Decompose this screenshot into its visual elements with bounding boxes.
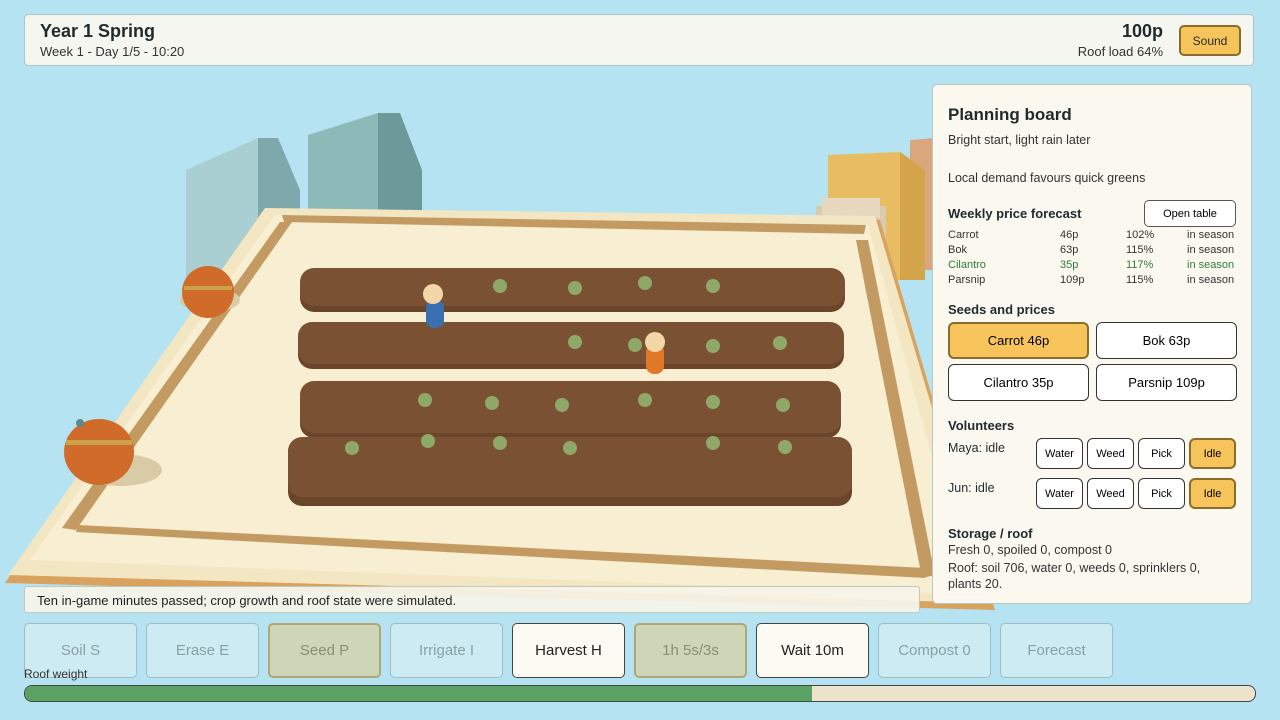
- jun-weed-button[interactable]: Weed: [1087, 478, 1134, 509]
- maya-water-button[interactable]: Water: [1036, 438, 1083, 469]
- status-message: Ten in-game minutes passed; crop growth …: [24, 586, 920, 613]
- storage-summary: Fresh 0, spoiled 0, compost 0: [948, 543, 1112, 557]
- seed-cilantro-button[interactable]: Cilantro 35p: [948, 364, 1089, 401]
- forecast-row: Carrot 46p 102% in season: [948, 229, 1235, 241]
- price-forecast-table: Carrot 46p 102% in season Bok 63p 115% in se…: [948, 229, 1238, 289]
- seed-carrot-button[interactable]: Carrot 46p: [948, 322, 1089, 359]
- open-table-button[interactable]: Open table: [1144, 200, 1236, 227]
- tool-harvest-button[interactable]: Harvest H: [512, 623, 625, 678]
- tool-erase-button[interactable]: Erase E: [146, 623, 259, 678]
- forecast-row: Bok 63p 115% in season: [948, 244, 1235, 256]
- weather-note: Bright start, light rain later: [948, 133, 1091, 147]
- forecast-heading: Weekly price forecast: [948, 206, 1082, 221]
- seed-parsnip-button[interactable]: Parsnip 109p: [1096, 364, 1237, 401]
- soil-beds[interactable]: [288, 268, 852, 506]
- tool-compost-button[interactable]: Compost 0: [878, 623, 991, 678]
- tool-irrigate-button[interactable]: Irrigate I: [390, 623, 503, 678]
- season-title: Year 1 Spring: [40, 21, 156, 41]
- jun-idle-button[interactable]: Idle: [1189, 478, 1236, 509]
- jun-pick-button[interactable]: Pick: [1138, 478, 1185, 509]
- jun-water-button[interactable]: Water: [1036, 478, 1083, 509]
- volunteer-jun[interactable]: [645, 332, 665, 374]
- tool-forecast-button[interactable]: Forecast: [1000, 623, 1113, 678]
- date-time: Week 1 - Day 1/5 - 10:20: [40, 44, 185, 59]
- roof-summary: Roof: soil 706, water 0, weeds 0, sprink…: [948, 561, 1201, 575]
- forecast-row: Parsnip 109p 115% in season: [948, 274, 1235, 286]
- panel-title: Planning board: [948, 105, 1072, 124]
- volunteer-maya-status: Maya: idle: [948, 441, 1005, 455]
- roof-weight-bar: [24, 685, 1256, 702]
- money-balance: 100p: [1121, 21, 1163, 41]
- maya-weed-button[interactable]: Weed: [1087, 438, 1134, 469]
- seed-bok-button[interactable]: Bok 63p: [1096, 322, 1237, 359]
- sound-toggle-button[interactable]: Sound: [1179, 25, 1241, 56]
- volunteers-heading: Volunteers: [948, 418, 1015, 433]
- maya-idle-button[interactable]: Idle: [1189, 438, 1236, 469]
- maya-pick-button[interactable]: Pick: [1138, 438, 1185, 469]
- volunteer-jun-status: Jun: idle: [948, 481, 995, 495]
- roof-weight-fill: [25, 686, 813, 701]
- time-speed-button[interactable]: 1h 5s/3s: [634, 623, 747, 678]
- roof-load-readout: Roof load 64%: [1077, 44, 1163, 59]
- wait-10m-button[interactable]: Wait 10m: [756, 623, 869, 678]
- seeds-heading: Seeds and prices: [948, 302, 1055, 317]
- demand-note: Local demand favours quick greens: [948, 171, 1146, 185]
- roof-summary-cont: plants 20.: [948, 577, 1003, 591]
- forecast-row: Cilantro 35p 117% in season: [948, 259, 1235, 271]
- planning-board-panel: Planning board Bright start, light rain …: [932, 84, 1252, 604]
- storage-heading: Storage / roof: [948, 526, 1033, 541]
- top-status-bar: Year 1 Spring Week 1 - Day 1/5 - 10:20 1…: [24, 14, 1254, 66]
- tool-seed-button[interactable]: Seed P: [268, 623, 381, 678]
- roof-weight-label: Roof weight: [24, 667, 88, 681]
